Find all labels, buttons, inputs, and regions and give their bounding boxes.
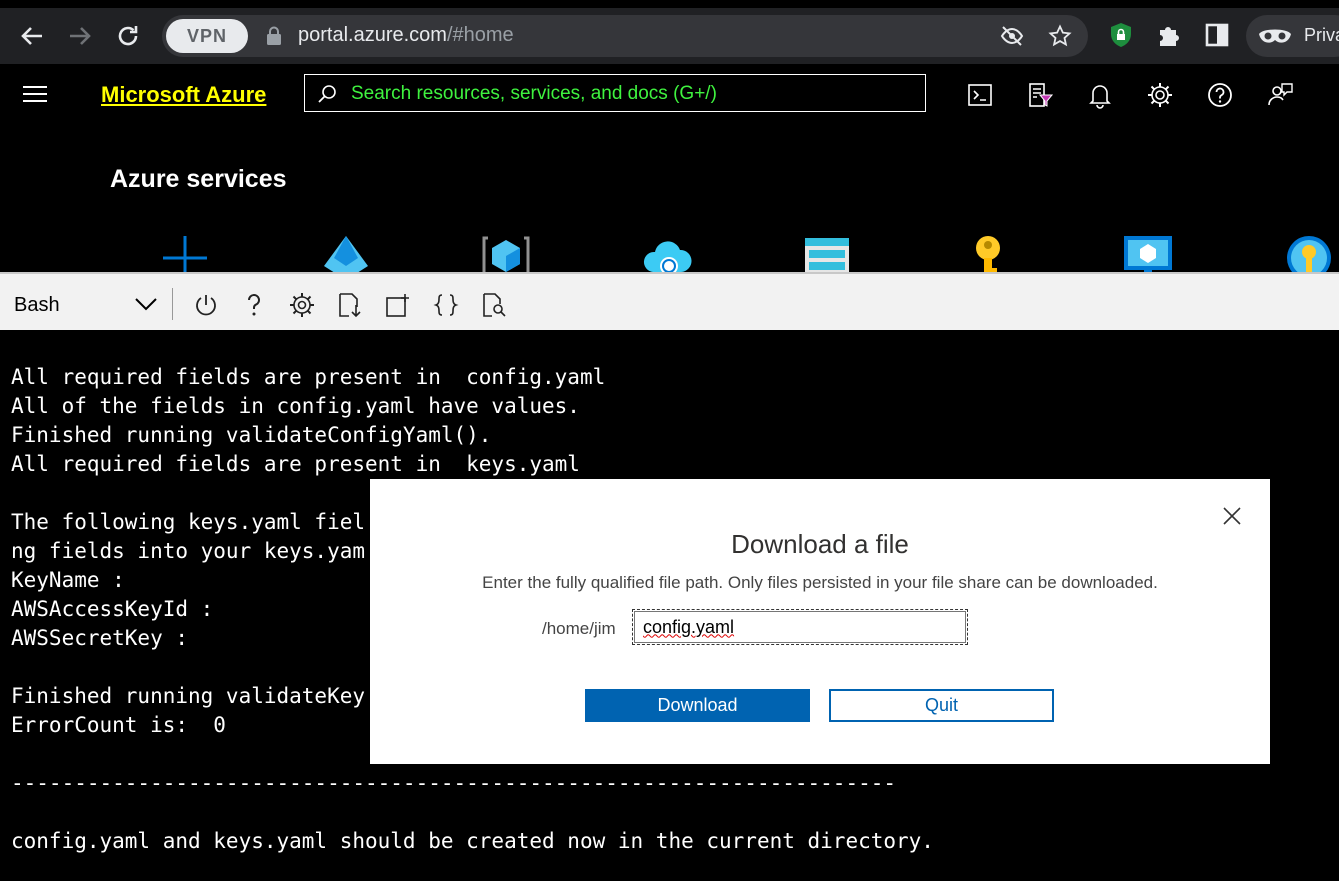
azure-top-bar: Microsoft Azure Search resources, servic…	[0, 64, 1339, 126]
terminal-line: Finished running validateConfigYaml().	[11, 423, 492, 447]
plus-icon[interactable]	[159, 232, 211, 272]
eye-off-icon[interactable]	[1000, 24, 1024, 48]
key-icon[interactable]	[962, 232, 1014, 272]
terminal-line: Finished running validateKey	[11, 684, 366, 708]
new-session-icon[interactable]	[385, 292, 411, 318]
private-label: Priva	[1304, 25, 1339, 45]
vpn-badge[interactable]: VPN	[166, 19, 248, 53]
star-icon[interactable]	[1048, 24, 1072, 48]
feedback-icon[interactable]	[1266, 81, 1294, 109]
settings-gear-icon[interactable]	[289, 292, 315, 318]
dialog-title: Download a file	[731, 529, 909, 559]
quit-button[interactable]: Quit	[829, 689, 1054, 722]
terminal-line: All required fields are present in keys.…	[11, 452, 580, 476]
cloud-shell-icon[interactable]	[966, 81, 994, 109]
resource-icon[interactable]	[480, 232, 532, 272]
url-text[interactable]: portal.azure.com/#home	[298, 24, 514, 47]
shield-extension-icon[interactable]	[1108, 22, 1134, 48]
search-input[interactable]: Search resources, services, and docs (G+…	[304, 74, 926, 112]
cloud-icon[interactable]	[641, 232, 693, 272]
close-icon[interactable]	[1220, 504, 1244, 528]
power-restart-icon[interactable]	[193, 292, 219, 318]
keyvault-icon[interactable]	[1283, 232, 1335, 272]
terminal-line: KeyName :	[11, 568, 125, 592]
terminal-line: All of the fields in config.yaml have va…	[11, 394, 580, 418]
path-prefix-label: /home/jim	[542, 619, 616, 638]
back-icon[interactable]	[18, 22, 46, 50]
search-placeholder: Search resources, services, and docs (G+…	[351, 83, 717, 104]
entra-icon[interactable]	[320, 232, 372, 272]
menu-icon[interactable]	[22, 84, 48, 104]
chevron-down-icon[interactable]	[134, 296, 158, 312]
url-host: portal.azure.com	[298, 24, 447, 46]
terminal-line: ErrorCount is: 0	[11, 713, 226, 737]
terminal-line: AWSAccessKeyId :	[11, 597, 214, 621]
browser-toolbar: VPN portal.azure.com/#home Priva	[0, 0, 1339, 64]
side-panel-icon[interactable]	[1204, 22, 1230, 48]
storage-icon[interactable]	[801, 232, 853, 272]
upload-download-icon[interactable]	[337, 292, 363, 318]
terminal-line: config.yaml and keys.yaml should be crea…	[11, 829, 934, 853]
search-icon	[317, 84, 337, 104]
url-path: /#home	[446, 24, 514, 46]
terminal-line: ----------------------------------------…	[11, 771, 897, 795]
help-question-icon[interactable]	[241, 292, 267, 318]
puzzle-extension-icon[interactable]	[1156, 22, 1182, 48]
cloud-shell-toolbar: Bash	[0, 272, 1339, 330]
file-path-input[interactable]	[632, 609, 968, 645]
reload-icon[interactable]	[114, 22, 142, 50]
azure-services-heading: Azure services	[110, 165, 287, 193]
download-button[interactable]: Download	[585, 689, 810, 722]
help-icon[interactable]	[1206, 81, 1234, 109]
settings-gear-icon[interactable]	[1146, 81, 1174, 109]
toolbar-divider	[172, 288, 173, 320]
directory-filter-icon[interactable]	[1026, 81, 1054, 109]
dialog-description: Enter the fully qualified file path. Onl…	[482, 573, 1158, 592]
forward-icon[interactable]	[66, 22, 94, 50]
address-bar[interactable]: VPN portal.azure.com/#home	[162, 15, 1088, 57]
terminal-line: AWSSecretKey :	[11, 626, 189, 650]
brand-link[interactable]: Microsoft Azure	[101, 82, 266, 108]
notifications-bell-icon[interactable]	[1086, 81, 1114, 109]
incognito-mask-icon	[1258, 26, 1292, 46]
download-file-dialog: Download a file Enter the fully qualifie…	[370, 479, 1270, 764]
lock-icon[interactable]	[266, 26, 282, 46]
web-preview-icon[interactable]	[481, 292, 507, 318]
monitor-icon[interactable]	[1122, 232, 1174, 272]
terminal-line: All required fields are present in confi…	[11, 365, 606, 389]
braces-editor-icon[interactable]	[433, 292, 459, 318]
private-mode-indicator[interactable]: Priva	[1246, 15, 1339, 57]
shell-type-select[interactable]: Bash	[14, 294, 60, 317]
terminal-line: ng fields into your keys.yam	[11, 539, 366, 563]
